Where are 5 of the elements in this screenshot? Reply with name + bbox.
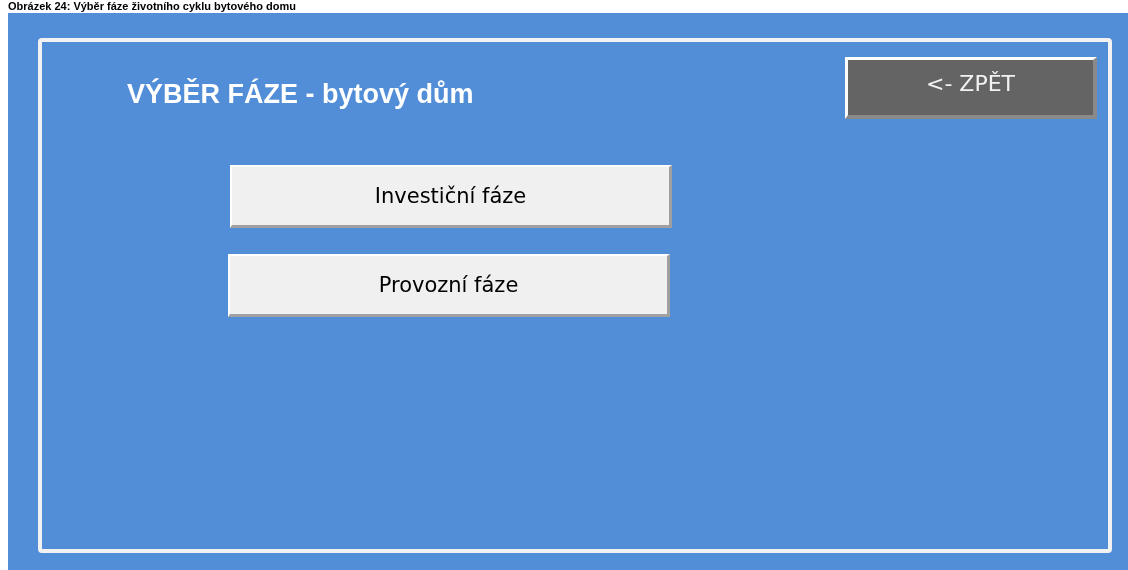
- back-button[interactable]: <- ZPĚT: [845, 57, 1097, 119]
- page-title: VÝBĚR FÁZE - bytový dům: [127, 79, 474, 110]
- phase-button[interactable]: Investiční fáze: [230, 165, 672, 228]
- phase-button[interactable]: Provozní fáze: [228, 254, 670, 317]
- figure-caption: Obrázek 24: Výběr fáze životního cyklu bytového domu: [7, 0, 297, 13]
